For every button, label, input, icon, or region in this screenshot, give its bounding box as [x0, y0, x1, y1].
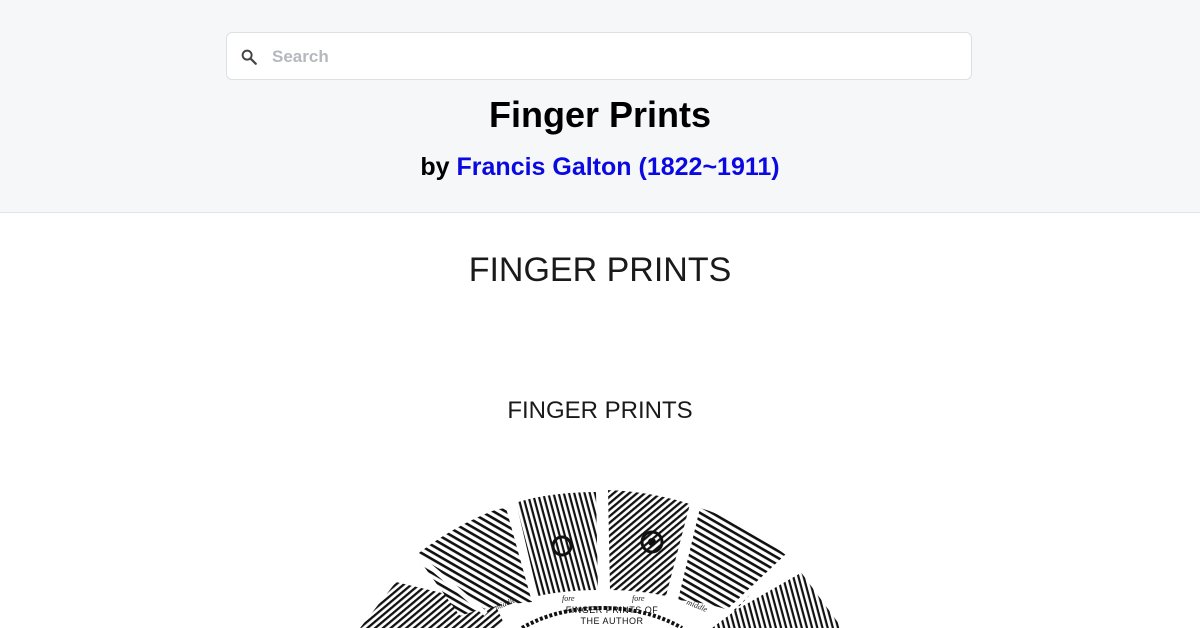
author-link[interactable]: Francis Galton (1822~1911)	[457, 153, 780, 181]
finger-label-right-fore: fore	[632, 594, 645, 603]
page-header: Finger Prints by Francis Galton (1822~19…	[0, 0, 1200, 213]
search-icon	[241, 49, 257, 65]
content-subheading: FINGER PRINTS	[507, 397, 693, 424]
frontispiece-image: middle fore fore middle FINGER PRINTS OF…	[356, 486, 846, 628]
frontispiece-caption-line2: THE AUTHOR	[580, 616, 643, 626]
content-heading: FINGER PRINTS	[468, 251, 732, 289]
frontispiece-caption-line1: FINGER PRINTS OF	[566, 605, 659, 615]
book-title: Finger Prints	[488, 94, 712, 135]
byline-prefix: by	[420, 153, 450, 181]
search-box[interactable]	[226, 32, 972, 80]
fingerprints-illustration: middle fore fore middle FINGER PRINTS OF…	[360, 487, 842, 628]
finger-label-left-fore: fore	[562, 594, 575, 603]
byline: by Francis Galton (1822~1911)	[0, 152, 1200, 182]
whorl-center	[648, 538, 656, 546]
search-input[interactable]	[270, 41, 954, 73]
print-left-fore	[516, 492, 598, 596]
